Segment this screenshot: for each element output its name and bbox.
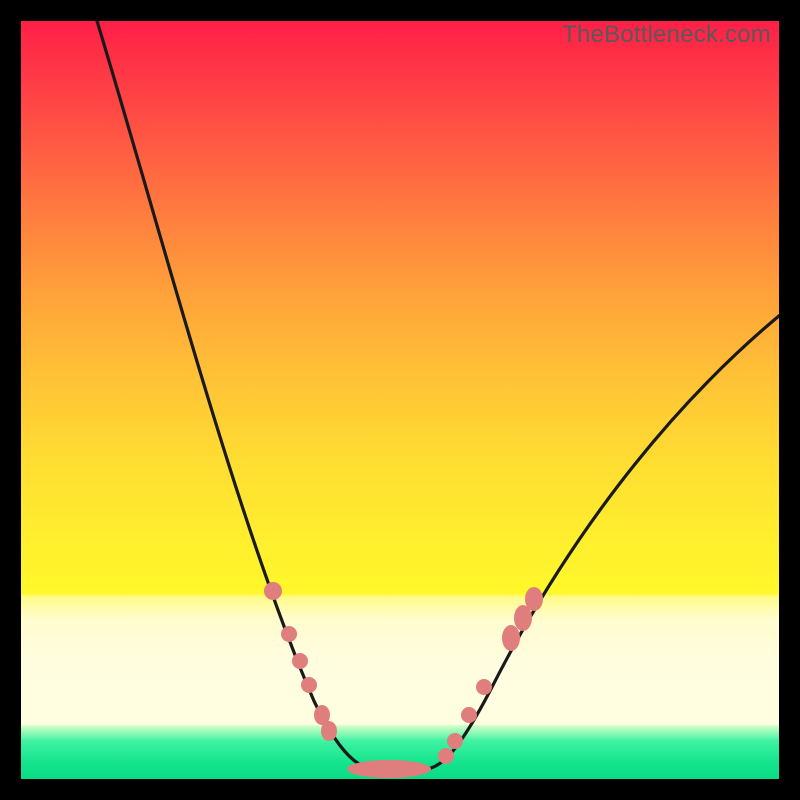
valley-pill <box>347 760 431 778</box>
right-dot-4 <box>476 679 492 695</box>
left-top-dot <box>264 582 282 600</box>
left-cluster-b <box>321 721 337 741</box>
left-dot-4 <box>301 677 317 693</box>
left-dot-2 <box>281 626 297 642</box>
marker-layer <box>264 582 543 778</box>
chart-stage: TheBottleneck.com <box>0 0 800 800</box>
right-cluster-c <box>525 587 543 611</box>
left-dot-3 <box>292 653 308 669</box>
right-cluster-a <box>502 625 520 651</box>
plot-area: TheBottleneck.com <box>21 21 779 779</box>
chart-svg <box>21 21 779 779</box>
bottleneck-curve <box>94 21 779 770</box>
right-dot-1 <box>438 748 454 764</box>
right-dot-3 <box>461 707 477 723</box>
right-dot-2 <box>447 733 463 749</box>
